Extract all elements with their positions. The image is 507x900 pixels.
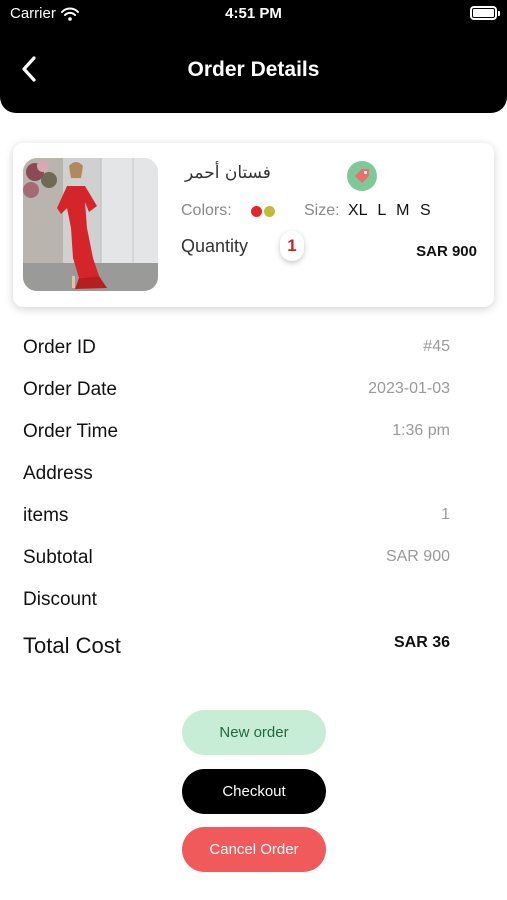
color-swatch-olive[interactable]: [264, 206, 275, 217]
quantity-label: Quantity: [181, 236, 249, 256]
colors-label: Colors:: [181, 202, 232, 219]
tag-glyph: [355, 169, 369, 183]
new-order-button[interactable]: New order: [182, 710, 326, 755]
detail-value: SAR 900: [385, 548, 450, 565]
checkout-button[interactable]: Checkout: [182, 769, 326, 814]
detail-row-discount: Discount: [23, 579, 450, 621]
page-title: Order Details: [187, 58, 320, 81]
detail-value: 1:36 pm: [392, 422, 450, 439]
price-tag-icon[interactable]: [347, 161, 377, 191]
detail-row-order-id: Order ID #45: [23, 327, 450, 369]
quantity-badge: 1: [280, 231, 304, 261]
product-image: [23, 158, 158, 291]
detail-row-subtotal: Subtotal SAR 900: [23, 537, 450, 579]
battery-icon: [470, 6, 500, 20]
color-swatch-red[interactable]: [251, 206, 262, 217]
product-name: فستان أحمر: [185, 163, 271, 183]
status-time: 4:51 PM: [225, 5, 282, 22]
detail-row-total-cost: Total Cost SAR 36: [23, 621, 450, 669]
product-price: SAR 900: [416, 243, 477, 260]
size-label: Size:: [304, 202, 340, 219]
size-options: XL L M S: [348, 202, 431, 219]
product-card: فستان أحمر Colors: Size: XL L M S Quanti…: [13, 143, 494, 307]
detail-label: Order Date: [23, 379, 117, 400]
detail-label: items: [23, 505, 69, 526]
detail-value: 1: [441, 506, 450, 523]
detail-row-items: items 1: [23, 495, 450, 537]
detail-row-order-date: Order Date 2023-01-03: [23, 369, 450, 411]
order-details-list: Order ID #45 Order Date 2023-01-03 Order…: [23, 327, 450, 669]
header-bar: Carrier 4:51 PM Order Details: [0, 0, 507, 113]
detail-label: Order Time: [23, 421, 119, 442]
cancel-order-button[interactable]: Cancel Order: [182, 827, 326, 872]
detail-row-address: Address: [23, 453, 450, 495]
status-bar: Carrier 4:51 PM: [0, 0, 507, 30]
detail-value: #45: [423, 338, 450, 355]
detail-label: Subtotal: [23, 547, 93, 568]
detail-label: Discount: [23, 589, 97, 610]
total-cost-value: SAR 36: [393, 634, 450, 651]
detail-row-order-time: Order Time 1:36 pm: [23, 411, 450, 453]
detail-value: 2023-01-03: [368, 380, 450, 397]
total-cost-label: Total Cost: [23, 633, 121, 658]
detail-label: Address: [23, 463, 93, 484]
detail-label: Order ID: [23, 337, 96, 358]
